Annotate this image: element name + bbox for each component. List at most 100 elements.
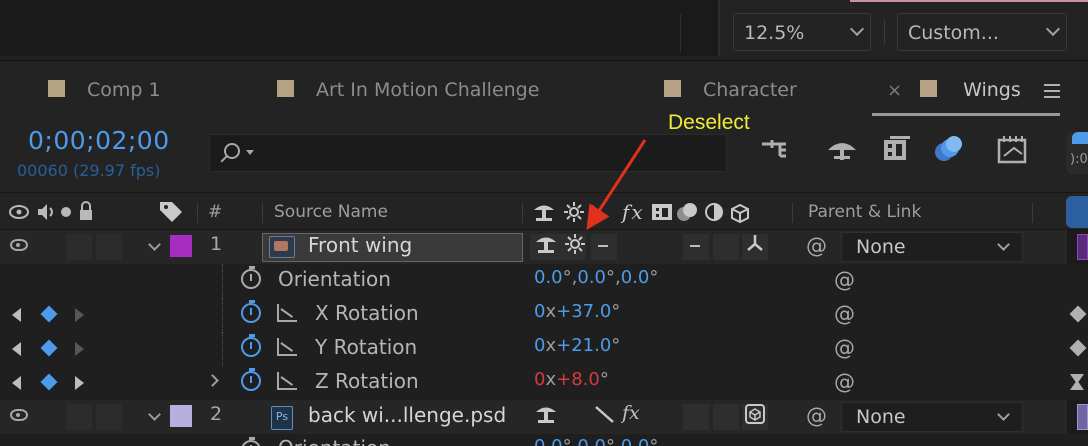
previous-keyframe-icon[interactable]: [12, 308, 21, 322]
label-tag-icon[interactable]: [158, 200, 184, 229]
tab-art-in-motion-challenge[interactable]: Art In Motion Challenge: [277, 79, 539, 107]
property-row-z-rotation[interactable]: Z Rotation 0x+8.0° @: [0, 366, 1088, 400]
column-source-name-header[interactable]: Source Name: [274, 202, 388, 222]
stopwatch-icon[interactable]: [241, 334, 261, 357]
property-row-orientation-partial[interactable]: Orientation 0.0°,0.0°,0.0°: [0, 434, 1088, 446]
layer-row[interactable]: 1 Front wing @ None: [0, 230, 1088, 264]
value-part[interactable]: 0.0: [534, 267, 563, 288]
layer-duration-bar[interactable]: [1067, 400, 1088, 434]
zoom-dropdown[interactable]: 12.5%: [733, 13, 871, 51]
stopwatch-icon[interactable]: [241, 266, 261, 289]
lock-toggle[interactable]: [96, 404, 122, 430]
graph-icon[interactable]: [277, 372, 297, 390]
parent-dropdown[interactable]: None: [841, 402, 1023, 432]
graph-icon[interactable]: [277, 304, 297, 322]
next-keyframe-icon[interactable]: [75, 376, 84, 390]
visibility-eye-icon[interactable]: [10, 409, 28, 421]
stopwatch-icon[interactable]: [241, 437, 261, 446]
add-keyframe-icon[interactable]: [40, 305, 58, 323]
property-value[interactable]: 0x+21.0°: [534, 335, 620, 356]
add-keyframe-icon[interactable]: [40, 339, 58, 357]
property-value[interactable]: 0x+37.0°: [534, 301, 620, 322]
parent-pick-whip-icon[interactable]: @: [806, 404, 827, 428]
visibility-eye-icon[interactable]: [10, 239, 28, 251]
value-part[interactable]: +21.0: [556, 335, 611, 356]
pick-whip-icon[interactable]: @: [834, 336, 855, 360]
timeline-scrollbar[interactable]: ):0: [1066, 132, 1088, 174]
lock-toggle[interactable]: [96, 234, 122, 260]
motion-blur-switch[interactable]: [683, 404, 709, 430]
quality-switch-icon[interactable]: [593, 402, 617, 431]
layer-duration-bar[interactable]: [1067, 230, 1088, 264]
layer-row[interactable]: 2 Ps back wi...llenge.psd fx @ None: [0, 400, 1088, 434]
value-part[interactable]: 0: [534, 301, 545, 322]
property-value[interactable]: 0.0°,0.0°,0.0°: [534, 267, 658, 288]
value-part[interactable]: 0.0: [577, 436, 606, 446]
parent-pick-whip-icon[interactable]: @: [806, 234, 827, 258]
chevron-down-icon[interactable]: [148, 238, 161, 251]
tab-wings[interactable]: × Wings: [887, 79, 1021, 107]
property-value[interactable]: 0x+8.0°: [534, 369, 609, 390]
previous-keyframe-icon[interactable]: [12, 342, 21, 356]
property-row-x-rotation[interactable]: X Rotation 0x+37.0° @: [0, 298, 1088, 332]
switches-header-icons[interactable]: fx: [532, 200, 772, 229]
close-icon[interactable]: ×: [887, 80, 902, 101]
effects-switch-icon[interactable]: fx: [622, 402, 640, 424]
audio-toggle[interactable]: [66, 234, 92, 260]
next-keyframe-icon[interactable]: [75, 342, 84, 356]
motion-blur-switch[interactable]: [683, 234, 709, 260]
column-parent-link-header[interactable]: Parent & Link: [808, 202, 921, 222]
value-part[interactable]: +37.0: [556, 301, 611, 322]
value-part[interactable]: 0.0: [621, 267, 650, 288]
audio-toggle[interactable]: [66, 404, 92, 430]
value-part: °: [649, 267, 659, 288]
value-part[interactable]: 0: [534, 369, 545, 390]
property-row-orientation[interactable]: Orientation 0.0°,0.0°,0.0° @: [0, 264, 1088, 298]
current-time-display[interactable]: 0;00;02;00: [28, 126, 170, 155]
value-part[interactable]: 0.0: [621, 436, 650, 446]
value-part[interactable]: 0.0: [577, 267, 606, 288]
chevron-down-icon[interactable]: [148, 408, 161, 421]
collapse-switch-icon[interactable]: [564, 232, 586, 261]
graph-icon[interactable]: [277, 338, 297, 356]
tab-comp-1[interactable]: Comp 1: [48, 79, 161, 107]
graph-editor-icon[interactable]: [996, 134, 1030, 173]
add-keyframe-icon[interactable]: [40, 373, 58, 391]
adjustment-switch[interactable]: [713, 234, 739, 260]
stopwatch-icon[interactable]: [241, 300, 261, 323]
parent-dropdown[interactable]: None: [841, 232, 1023, 262]
column-number-header[interactable]: #: [208, 202, 222, 222]
composition-mini-flowchart-icon[interactable]: [758, 134, 792, 171]
frame-blending-icon[interactable]: [880, 134, 912, 171]
property-row-y-rotation[interactable]: Y Rotation 0x+21.0° @: [0, 332, 1088, 366]
property-value[interactable]: 0.0°,0.0°,0.0°: [534, 436, 658, 446]
next-keyframe-icon[interactable]: [75, 308, 84, 322]
panel-menu-icon[interactable]: [1044, 84, 1060, 102]
shy-switch-icon[interactable]: [535, 232, 557, 261]
pick-whip-icon[interactable]: @: [834, 302, 855, 326]
quality-switch[interactable]: [591, 234, 617, 260]
motion-blur-icon[interactable]: [932, 134, 966, 171]
previous-keyframe-icon[interactable]: [12, 376, 21, 390]
layer-search-input[interactable]: [209, 134, 727, 172]
view-dropdown[interactable]: Custom...: [897, 13, 1067, 51]
shy-switch-icon[interactable]: [535, 402, 557, 431]
stopwatch-icon[interactable]: [241, 368, 261, 391]
adjustment-switch[interactable]: [713, 404, 739, 430]
hold-keyframe-icon[interactable]: [1070, 374, 1084, 390]
svg-text:fx: fx: [620, 200, 645, 224]
av-features-icons[interactable]: [8, 200, 128, 229]
pick-whip-icon[interactable]: @: [834, 268, 855, 292]
draft-3d-icon[interactable]: [826, 134, 858, 171]
tab-character[interactable]: Character: [664, 79, 797, 107]
label-color-swatch[interactable]: [170, 235, 192, 257]
value-part[interactable]: 0.0: [534, 436, 563, 446]
pick-whip-icon[interactable]: @: [834, 370, 855, 394]
keyframe-marker[interactable]: [1069, 339, 1087, 357]
keyframe-marker[interactable]: [1069, 305, 1087, 323]
value-part[interactable]: 0: [534, 335, 545, 356]
chevron-right-icon[interactable]: [206, 374, 219, 387]
scroll-thumb[interactable]: [1072, 132, 1088, 144]
value-part[interactable]: +8.0: [556, 369, 600, 390]
label-color-swatch[interactable]: [170, 405, 192, 427]
